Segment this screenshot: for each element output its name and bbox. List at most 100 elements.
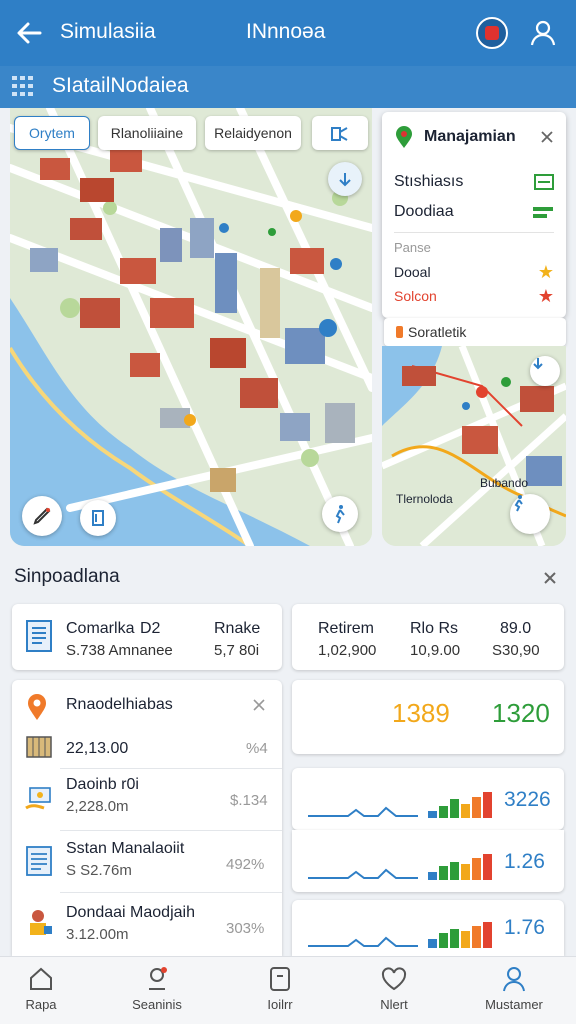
satellite-map[interactable]: Tlernoloda Bubando: [382, 346, 566, 546]
locate-button[interactable]: [328, 162, 362, 196]
building-icon: [26, 736, 52, 758]
heart-icon: [381, 967, 407, 991]
close-icon[interactable]: [252, 698, 266, 712]
share-icon: [331, 127, 348, 141]
panel-title: Manajamian: [424, 128, 516, 145]
nav-label: Rapa: [25, 997, 57, 1012]
nav-item-alerts[interactable]: Nlert: [339, 957, 449, 1024]
sub-header-title: SIatailNodaiea: [52, 74, 189, 97]
pin-user-icon: [149, 967, 167, 990]
nav-label: Ioilrr: [267, 997, 293, 1012]
management-panel: Manajamian Stıshiasıs Doodiaa Panse Dooa…: [382, 112, 566, 318]
list-divider: [60, 768, 282, 769]
record-icon: [485, 26, 499, 40]
spark-value: 1.26: [504, 850, 545, 873]
sparkline-bar: [439, 806, 448, 818]
kpi-card[interactable]: 1389 1320: [292, 680, 564, 754]
panel-item-label: Solcon: [394, 288, 437, 304]
tablet-icon: [270, 967, 290, 991]
nav-item-scenarios[interactable]: Seaninis: [102, 957, 212, 1024]
layers-button[interactable]: [80, 500, 116, 536]
sparkline-line: [308, 806, 418, 817]
walk-button[interactable]: [322, 496, 358, 532]
spark-card[interactable]: 1.76: [292, 900, 564, 956]
list-item-value: 22,13.00: [66, 740, 129, 757]
nav-item-account[interactable]: Mustamer: [459, 957, 569, 1024]
user-icon[interactable]: [528, 18, 558, 48]
section-title: Sinpoadlana: [14, 566, 120, 587]
satellite-label: Soratletik: [408, 324, 467, 340]
chip-relation[interactable]: Relaidyenon: [205, 116, 301, 150]
list-item[interactable]: Dondaai Maodjaih 3.12.00m 303%: [12, 894, 282, 954]
chip-system[interactable]: Orytem: [14, 116, 90, 150]
map-label: Tlernoloda: [396, 492, 453, 506]
sparkline-line: [308, 868, 418, 879]
list-item[interactable]: Sstan Manalaoiit S S2.76m 492%: [12, 832, 282, 892]
draw-button[interactable]: [22, 496, 62, 536]
list-item[interactable]: Daoinb r0i 2,228.0m $.134: [12, 770, 282, 830]
city-map[interactable]: [10, 108, 372, 546]
walking-icon: [514, 495, 523, 512]
panel-item-label: Dooal: [394, 264, 431, 280]
chip-relationship[interactable]: Rlanoliiaine: [98, 116, 196, 150]
nav-label: Mustamer: [485, 997, 543, 1012]
close-icon[interactable]: [540, 130, 554, 144]
spark-card[interactable]: 3226: [292, 768, 564, 830]
retire-col2-label: Rlo Rs: [410, 620, 459, 637]
panel-section-label: Panse: [394, 240, 431, 255]
list-item-name: Daoinb r0i: [66, 776, 139, 793]
record-button[interactable]: [476, 17, 508, 49]
stats-card[interactable]: Comarlka D2 S.738 Amnanee Rnake 5,7 80i: [12, 604, 282, 670]
stats-subvalue: S.738 Amnanee: [66, 642, 173, 659]
sparkline-bar: [450, 929, 459, 948]
close-icon[interactable]: [540, 568, 560, 588]
panel-item[interactable]: Stıshiasıs: [394, 170, 554, 194]
retire-col1-value: 1,02,900: [318, 642, 377, 659]
navigation-icon: [533, 358, 543, 370]
walking-icon: [335, 505, 345, 524]
panel-item[interactable]: Solcon ★: [394, 284, 554, 308]
list-item-change: 492%: [226, 856, 265, 873]
app-bar: Simulasiia INnnoəa: [0, 0, 576, 66]
sparkline-bar: [428, 811, 437, 818]
spark-card[interactable]: 1.26: [292, 830, 564, 892]
retire-col3-value: S30,90: [492, 642, 540, 659]
nav-label: Seaninis: [132, 997, 182, 1012]
app-title: Simulasiia: [60, 20, 156, 43]
panel-item[interactable]: Dooal ★: [394, 260, 554, 284]
sparkline-bar: [483, 922, 492, 948]
retire-col1-label: Retirem: [318, 620, 375, 637]
list-item-value: 2,228.0m: [66, 798, 129, 815]
map-graphic: [10, 108, 372, 546]
sparkline-bar: [461, 864, 470, 880]
person-icon: [503, 967, 525, 992]
sparkline-chart: [308, 922, 492, 948]
retire-card[interactable]: Retirem 1,02,900 Rlo Rs 10,9.00 89.0 S30…: [292, 604, 564, 670]
locate-button-2[interactable]: [530, 356, 560, 386]
document-icon: [26, 620, 52, 652]
panel-item[interactable]: Doodiaa: [394, 200, 554, 224]
sparkline-bar: [450, 799, 459, 818]
list-divider: [60, 830, 282, 831]
panel-header: Manajamian: [394, 124, 554, 154]
nav-item-center[interactable]: Ioilrr: [225, 957, 335, 1024]
satellite-toggle[interactable]: Soratletik: [384, 318, 566, 346]
sparkline-bar: [483, 792, 492, 818]
nav-item-home[interactable]: Rapa: [0, 957, 96, 1024]
list-card: Rnaodelhiabas 22,13.00 %4 Daoinb r0i 2,2…: [12, 680, 282, 956]
list-item-value: S S2.76m: [66, 862, 132, 879]
back-arrow-icon[interactable]: [14, 18, 46, 48]
grid-icon[interactable]: [12, 76, 34, 96]
pin-green-icon: [396, 126, 412, 148]
kpi-value-primary: 1389: [392, 698, 450, 728]
star-red-icon: ★: [537, 285, 554, 306]
list-card-title: Rnaodelhiabas: [66, 696, 173, 713]
walk-button-2[interactable]: [510, 494, 550, 534]
list-item[interactable]: 22,13.00 %4: [12, 728, 282, 768]
worker-icon: [30, 910, 52, 935]
report-icon: [26, 846, 52, 876]
chip-share[interactable]: [312, 116, 368, 150]
sparkline-chart: [308, 854, 492, 880]
sparkline-bar: [428, 872, 437, 880]
sparkline-line: [308, 936, 418, 947]
